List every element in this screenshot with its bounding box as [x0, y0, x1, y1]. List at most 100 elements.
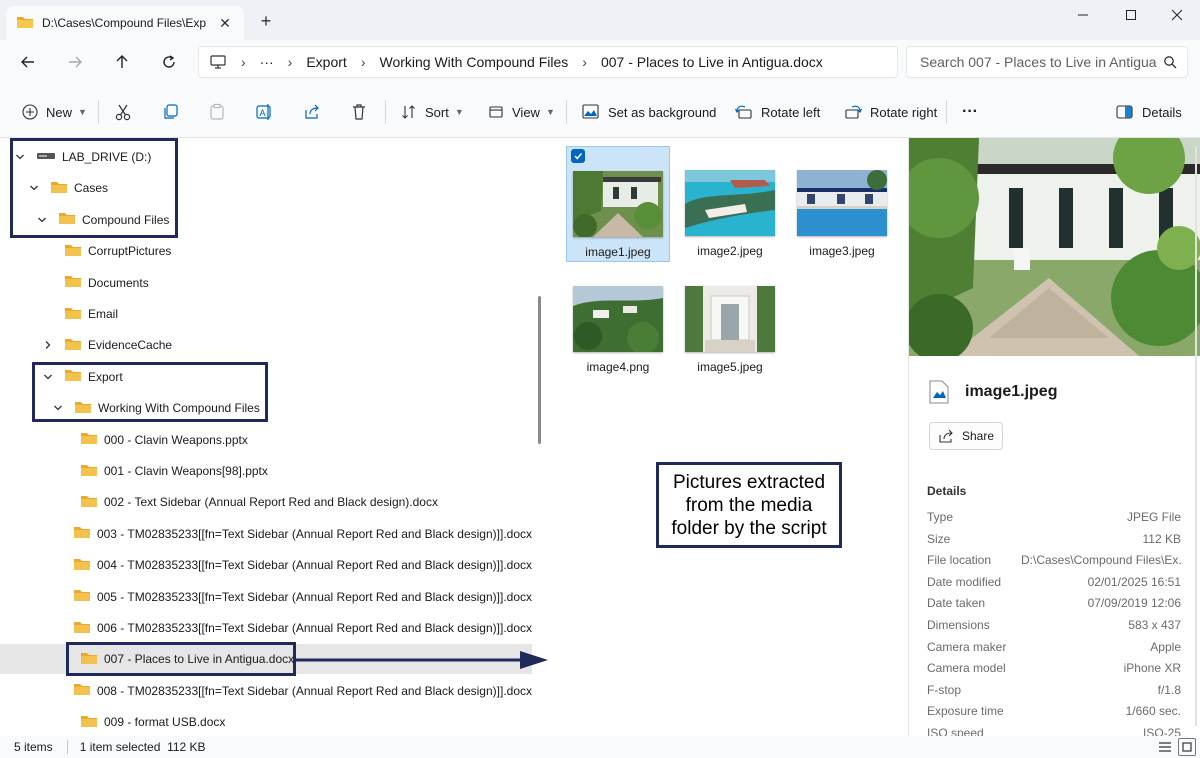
- plus-circle-icon: [22, 104, 38, 120]
- file-item[interactable]: image1.jpeg: [566, 146, 670, 262]
- file-list: image1.jpeg image2.jpeg image3.jpeg imag…: [548, 138, 904, 736]
- maximize-icon[interactable]: [1114, 4, 1148, 26]
- file-item[interactable]: image3.jpeg: [790, 146, 894, 262]
- view-icon: [489, 106, 503, 118]
- breadcrumb-item[interactable]: Export: [306, 54, 346, 70]
- chevron-down-icon: ▼: [454, 107, 464, 117]
- minimize-icon[interactable]: [1066, 4, 1100, 26]
- property-label: Dimensions: [927, 618, 990, 632]
- tree-item[interactable]: EvidenceCache: [0, 330, 532, 360]
- sort-button[interactable]: Sort ▼: [401, 98, 464, 126]
- checkbox-icon[interactable]: [571, 149, 585, 163]
- window-tab[interactable]: D:\Cases\Compound Files\Exp ✕: [6, 6, 244, 40]
- preview-image: [909, 138, 1200, 356]
- share-button[interactable]: [303, 98, 329, 126]
- divider: [98, 100, 99, 124]
- cut-button[interactable]: [114, 98, 140, 126]
- title-bar: D:\Cases\Compound Files\Exp ✕ +: [0, 0, 1200, 40]
- more-options-button[interactable]: ···: [962, 98, 978, 126]
- tree-item-label: 005 - TM02835233[[fn=Text Sidebar (Annua…: [96, 589, 532, 604]
- close-window-icon[interactable]: [1160, 4, 1194, 26]
- tree-item[interactable]: 002 - Text Sidebar (Annual Report Red an…: [0, 487, 532, 517]
- rename-button[interactable]: A: [255, 98, 281, 126]
- share-button[interactable]: Share: [929, 422, 1003, 450]
- copy-button[interactable]: [162, 98, 188, 126]
- property-row: Dimensions 583 x 437: [927, 618, 1181, 638]
- thumbnail-image: [573, 286, 663, 352]
- annotation-box: [32, 362, 268, 422]
- annotation-callout: Pictures extracted from the media folder…: [656, 462, 842, 548]
- copy-icon: [164, 104, 178, 119]
- property-value: D:\Cases\Compound Files\Ex...: [1021, 553, 1181, 568]
- file-name: image4.png: [586, 360, 650, 374]
- property-row: F-stop f/1.8: [927, 683, 1181, 703]
- paste-button[interactable]: [208, 98, 234, 126]
- breadcrumb-item[interactable]: 007 - Places to Live in Antigua.docx: [601, 54, 823, 70]
- rotate-right-button[interactable]: Rotate right: [844, 98, 937, 126]
- view-label: View: [512, 104, 540, 120]
- tree-scrollbar[interactable]: [538, 296, 541, 444]
- property-label: Camera maker: [927, 639, 1007, 654]
- this-pc-icon[interactable]: [209, 54, 227, 70]
- property-label: File location: [927, 553, 992, 568]
- breadcrumb-item[interactable]: Working With Compound Files: [379, 54, 568, 70]
- tree-item[interactable]: 001 - Clavin Weapons[98].pptx: [0, 456, 532, 486]
- tree-item[interactable]: 005 - TM02835233[[fn=Text Sidebar (Annua…: [0, 582, 532, 612]
- large-icons-view-icon[interactable]: [1178, 738, 1196, 756]
- chevron-right-icon[interactable]: [42, 339, 54, 351]
- tree-item[interactable]: 004 - TM02835233[[fn=Text Sidebar (Annua…: [0, 550, 532, 580]
- property-row: Camera model iPhone XR: [927, 661, 1181, 681]
- back-icon[interactable]: [14, 48, 42, 76]
- view-button[interactable]: View ▼: [488, 98, 555, 126]
- tree-item[interactable]: 003 - TM02835233[[fn=Text Sidebar (Annua…: [0, 519, 532, 549]
- tree-item[interactable]: Documents: [0, 268, 532, 298]
- new-tab-button[interactable]: +: [256, 12, 276, 32]
- tree-item[interactable]: Email: [0, 299, 532, 329]
- search-input[interactable]: Search 007 - Places to Live in Antigua: [906, 46, 1188, 78]
- breadcrumb-overflow[interactable]: ···: [260, 54, 274, 70]
- details-view-icon[interactable]: [1156, 738, 1174, 756]
- file-item[interactable]: image5.jpeg: [678, 262, 782, 378]
- search-icon[interactable]: [1163, 55, 1177, 69]
- details-toggle-button[interactable]: Details: [1116, 98, 1182, 126]
- file-name-title: image1.jpeg: [965, 383, 1058, 400]
- details-pane-icon: [1116, 105, 1133, 119]
- tree-item-label: 001 - Clavin Weapons[98].pptx: [104, 464, 268, 478]
- up-icon[interactable]: [108, 48, 136, 76]
- delete-button[interactable]: [350, 98, 376, 126]
- property-label: Date taken: [927, 596, 986, 611]
- new-button[interactable]: New ▼: [22, 98, 87, 126]
- tree-item[interactable]: 000 - Clavin Weapons.pptx: [0, 425, 532, 455]
- tree-item-label: 003 - TM02835233[[fn=Text Sidebar (Annua…: [96, 526, 532, 541]
- tree-item[interactable]: 006 - TM02835233[[fn=Text Sidebar (Annua…: [0, 613, 532, 643]
- property-row: File location D:\Cases\Compound Files\Ex.…: [927, 553, 1181, 573]
- annotation-box: [66, 642, 296, 676]
- svg-text:A: A: [260, 108, 266, 118]
- tree-item[interactable]: CorruptPictures: [0, 236, 532, 266]
- file-name: image3.jpeg: [809, 244, 875, 258]
- property-label: Camera model: [927, 661, 1006, 676]
- chevron-down-icon: ▼: [78, 107, 87, 117]
- tab-close-icon[interactable]: ✕: [216, 14, 234, 32]
- refresh-icon[interactable]: [155, 48, 183, 76]
- file-item[interactable]: image2.jpeg: [678, 146, 782, 262]
- property-value: f/1.8: [1157, 682, 1181, 697]
- address-bar[interactable]: › ··· › Export › Working With Compound F…: [198, 46, 898, 78]
- forward-icon[interactable]: [61, 48, 89, 76]
- tree-item-label: EvidenceCache: [88, 338, 173, 353]
- details-scrollbar[interactable]: [1195, 146, 1197, 726]
- share-label: Share: [961, 429, 995, 443]
- set-as-background-button[interactable]: Set as background: [582, 98, 716, 126]
- thumbnail-image: [685, 170, 775, 236]
- property-value: JPEG File: [1126, 510, 1181, 524]
- folder-icon: [64, 337, 82, 354]
- rotate-left-button[interactable]: Rotate left: [735, 98, 820, 126]
- annotation-arrow: [296, 651, 548, 669]
- tree-item-label: 009 - format USB.docx: [104, 715, 226, 730]
- tree-item[interactable]: 009 - format USB.docx: [0, 707, 532, 736]
- new-label: New: [46, 104, 73, 120]
- tree-item[interactable]: 008 - TM02835233[[fn=Text Sidebar (Annua…: [0, 676, 532, 706]
- file-item[interactable]: image4.png: [566, 262, 670, 378]
- image-icon: [582, 104, 599, 119]
- property-value: 07/09/2019 12:06: [1087, 596, 1181, 611]
